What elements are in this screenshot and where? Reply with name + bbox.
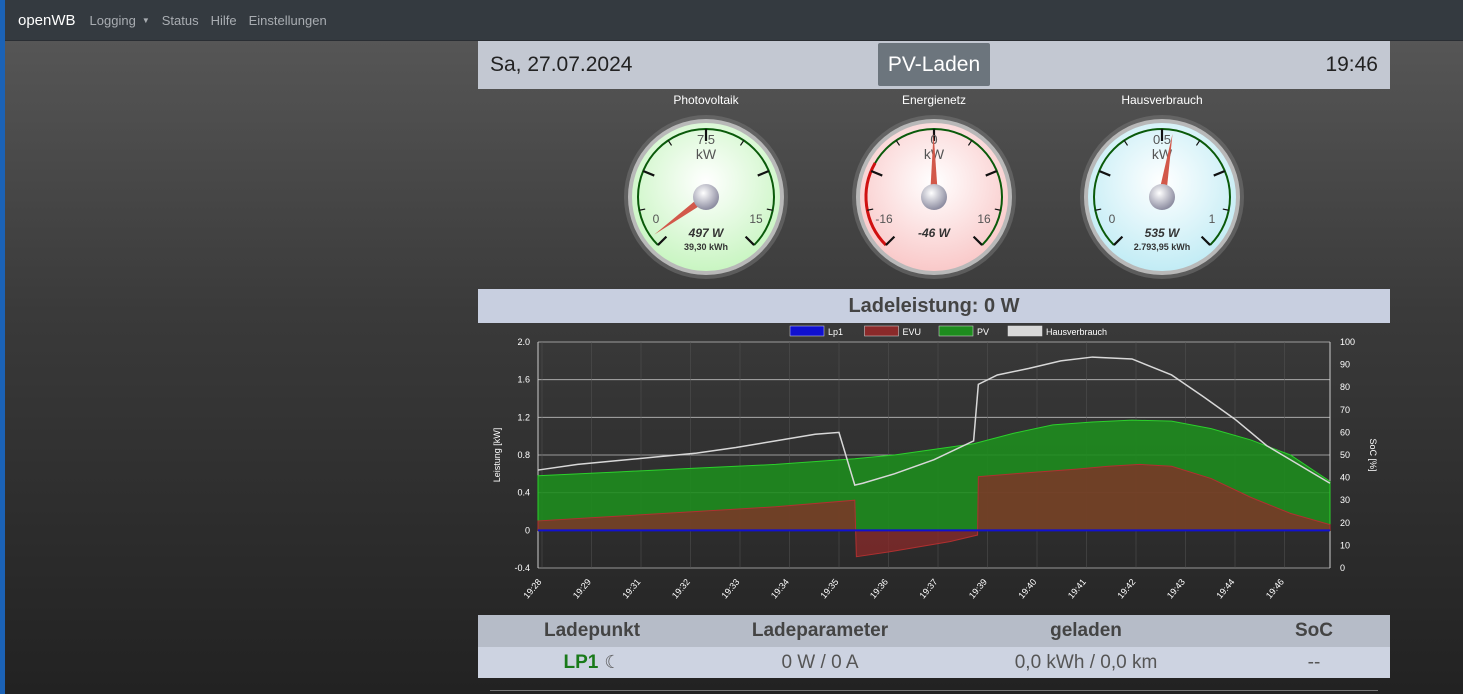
x-tick-label: 19:28: [521, 577, 543, 601]
gauge-value-label: 535 W: [1145, 226, 1181, 240]
gauge-value-label: 497 W: [688, 226, 725, 240]
gauge-energy-label: 2.793,95 kWh: [1134, 242, 1191, 252]
legend-swatch: [864, 325, 899, 337]
gauge-min-label: 0: [1109, 212, 1116, 226]
y2-tick-label: 30: [1340, 495, 1350, 505]
grid-gauge: 0kW-1616-46 W: [852, 115, 1016, 279]
current-time: 19:46: [1325, 53, 1378, 76]
gauge-hub: [693, 184, 719, 210]
window-frame-edge: [0, 0, 5, 694]
chargepoint-name-cell[interactable]: LP1 ☾: [478, 652, 706, 674]
y-tick-label: -0.4: [514, 563, 530, 573]
y-axis-label: Leistung [kW]: [492, 428, 502, 483]
col-ladeparameter: Ladeparameter: [751, 620, 889, 641]
x-tick-label: 19:44: [1214, 577, 1236, 601]
y-tick-label: 2.0: [517, 337, 530, 347]
nav-logging[interactable]: Logging ▼: [90, 13, 150, 28]
moon-icon: ☾: [604, 651, 621, 672]
nav-status[interactable]: Status: [162, 13, 199, 28]
nav-logging-label: Logging: [89, 12, 136, 28]
col-ladepunkt: Ladepunkt: [543, 620, 641, 641]
gauge-energy-label: 39,30 kWh: [684, 242, 728, 252]
main-content: Sa, 27.07.2024 PV-Laden 19:46 Photovolta…: [478, 41, 1390, 678]
x-tick-label: 19:32: [670, 577, 692, 601]
y2-tick-label: 0: [1340, 563, 1345, 573]
gauge-min-label: 0: [653, 212, 660, 226]
gauge-hub: [1149, 184, 1175, 210]
chargepoint-name: LP1: [563, 651, 599, 673]
header-bar: Sa, 27.07.2024 PV-Laden 19:46: [478, 41, 1390, 89]
x-tick-label: 19:46: [1264, 577, 1286, 601]
gauge-max-label: 16: [977, 212, 991, 226]
charged-energy: 0,0 kWh / 0,0 km: [1014, 651, 1158, 673]
y2-tick-label: 40: [1340, 473, 1350, 483]
gauge-mid-label: 0.5: [1153, 132, 1171, 147]
brand-logo[interactable]: openWB: [18, 12, 76, 29]
chargepoint-table-header: Ladepunkt Ladeparameter geladen SoC: [478, 615, 1390, 647]
power-chart-svg: 2.01.61.20.80.40-0.410090807060504030201…: [492, 325, 1378, 601]
legend-label: Hausverbrauch: [1046, 327, 1107, 337]
gauge-hub: [921, 184, 947, 210]
x-tick-label: 19:33: [719, 577, 741, 601]
divider: [490, 690, 1378, 691]
y2-tick-label: 90: [1340, 360, 1350, 370]
y2-tick-label: 50: [1340, 450, 1350, 460]
x-tick-label: 19:41: [1066, 577, 1088, 601]
nav-einstellungen[interactable]: Einstellungen: [249, 13, 327, 28]
legend-label: PV: [977, 327, 989, 337]
gauge-unit-label: kW: [696, 146, 717, 162]
x-tick-label: 19:31: [620, 577, 642, 601]
nav-hilfe[interactable]: Hilfe: [211, 13, 237, 28]
y2-axis-label: SoC [%]: [1368, 438, 1378, 471]
house-gauge: 0.5kW0 1535 W2.793,95 kWh: [1080, 115, 1244, 279]
navbar: openWB Logging ▼ Status Hilfe Einstellung…: [5, 0, 1463, 41]
col-geladen: geladen: [1050, 620, 1122, 641]
y-tick-label: 0.4: [517, 488, 530, 498]
gauge-title-pv: Photovoltaik: [673, 93, 739, 107]
charge-mode-button[interactable]: PV-Laden: [878, 43, 990, 86]
current-date: Sa, 27.07.2024: [490, 53, 633, 76]
y-tick-label: 0.8: [517, 450, 530, 460]
x-tick-label: 19:40: [1016, 577, 1038, 601]
x-tick-label: 19:42: [1115, 577, 1137, 601]
legend-swatch: [938, 325, 974, 337]
x-tick-label: 19:36: [868, 577, 890, 601]
legend-swatch: [1007, 325, 1043, 337]
y2-tick-label: 80: [1340, 382, 1350, 392]
gauge-max-label: 1: [1209, 212, 1216, 226]
gauge-mid-label: 7.5: [697, 132, 715, 147]
y-tick-label: 1.2: [517, 412, 530, 422]
legend-label: EVU: [903, 327, 922, 337]
soc-value: --: [1307, 651, 1321, 673]
x-tick-label: 19:29: [571, 577, 593, 601]
y2-tick-label: 60: [1340, 427, 1350, 437]
gauge-value-label: -46 W: [918, 226, 952, 240]
power-chart: 2.0 1.6 1.2 0.8 0.4 0 -0.4 100 90 80 70 60 50 40 30 20 1…: [478, 323, 1390, 615]
charge-params: 0 W / 0 A: [781, 651, 859, 673]
gauge-title-house: Hausverbrauch: [1121, 93, 1203, 107]
table-row[interactable]: LP1 ☾ 0 W / 0 A 0,0 kWh / 0,0 km --: [478, 647, 1390, 678]
y2-tick-label: 20: [1340, 518, 1350, 528]
caret-down-icon: ▼: [141, 15, 150, 25]
legend-label: Lp1: [828, 327, 843, 337]
legend-swatch: [789, 325, 825, 337]
x-tick-label: 19:35: [818, 577, 840, 601]
y2-tick-label: 10: [1340, 540, 1350, 550]
col-soc: SoC: [1295, 620, 1333, 641]
x-tick-label: 19:43: [1165, 577, 1187, 601]
x-tick-label: 19:37: [917, 577, 939, 601]
y2-tick-label: 100: [1340, 337, 1355, 347]
x-tick-label: 19:34: [769, 577, 791, 601]
pv-gauge: 7.5kW 0 15 497 W 39,30 kWh: [624, 115, 788, 279]
charging-power-bar: Ladeleistung: 0 W: [478, 289, 1390, 323]
x-tick-label: 19:39: [967, 577, 989, 601]
gauges-row: Photovoltaik Energienetz Hausverbrauch 7…: [478, 89, 1390, 289]
gauge-max-label: 15: [749, 212, 763, 226]
y-tick-label: 1.6: [517, 375, 530, 385]
y2-tick-label: 70: [1340, 405, 1350, 415]
gauge-min-label: -16: [875, 212, 893, 226]
y-tick-label: 0: [525, 525, 530, 535]
gauge-title-grid: Energienetz: [901, 93, 967, 107]
